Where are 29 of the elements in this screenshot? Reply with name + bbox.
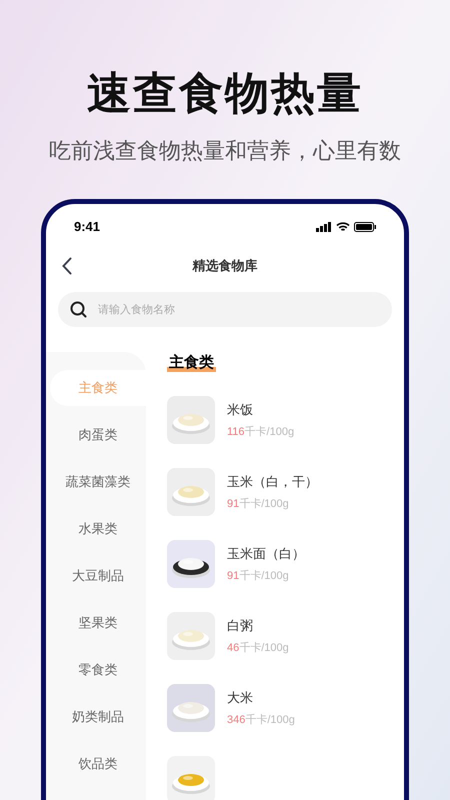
food-name: 米饭 <box>227 402 254 416</box>
category-item[interactable]: 大豆制品 <box>50 558 146 594</box>
category-item[interactable]: 肉蛋类 <box>50 417 146 453</box>
status-time: 9:41 <box>74 218 100 236</box>
page-title: 精选食物库 <box>192 257 258 276</box>
calorie-text: 116千卡/100g <box>227 426 294 438</box>
back-icon <box>62 257 72 275</box>
category-item[interactable]: 坚果类 <box>50 605 146 641</box>
promo-title: 速查食物热量 <box>87 68 363 120</box>
calorie-text: 91千卡/100g <box>227 498 290 510</box>
promo-subtitle: 吃前浅查食物热量和营养，心里有数 <box>49 137 401 165</box>
category-item[interactable]: 水果类 <box>50 511 146 547</box>
food-name: 玉米面（白） <box>227 546 305 560</box>
food-name: 玉米（白，干） <box>227 474 318 488</box>
calorie-text: 91千卡/100g <box>227 570 290 582</box>
category-item[interactable]: 蔬菜菌藻类 <box>50 464 146 500</box>
signal-icon <box>316 222 332 232</box>
search-icon <box>70 301 87 318</box>
battery-icon <box>354 222 376 232</box>
calorie-text: 346千卡/100g <box>227 714 295 726</box>
calorie-text: 46千卡/100g <box>227 642 289 654</box>
section-title: 主食类 <box>167 354 216 372</box>
category-item[interactable]: 零食类 <box>50 652 146 688</box>
wifi-icon <box>336 222 350 232</box>
category-item[interactable]: 奶类制品 <box>50 699 146 735</box>
food-name: 白粥 <box>227 618 254 632</box>
category-item[interactable]: 饮品类 <box>50 746 146 782</box>
food-name: 大米 <box>227 690 254 704</box>
search-field[interactable]: 请输入食物名称 <box>58 292 392 327</box>
